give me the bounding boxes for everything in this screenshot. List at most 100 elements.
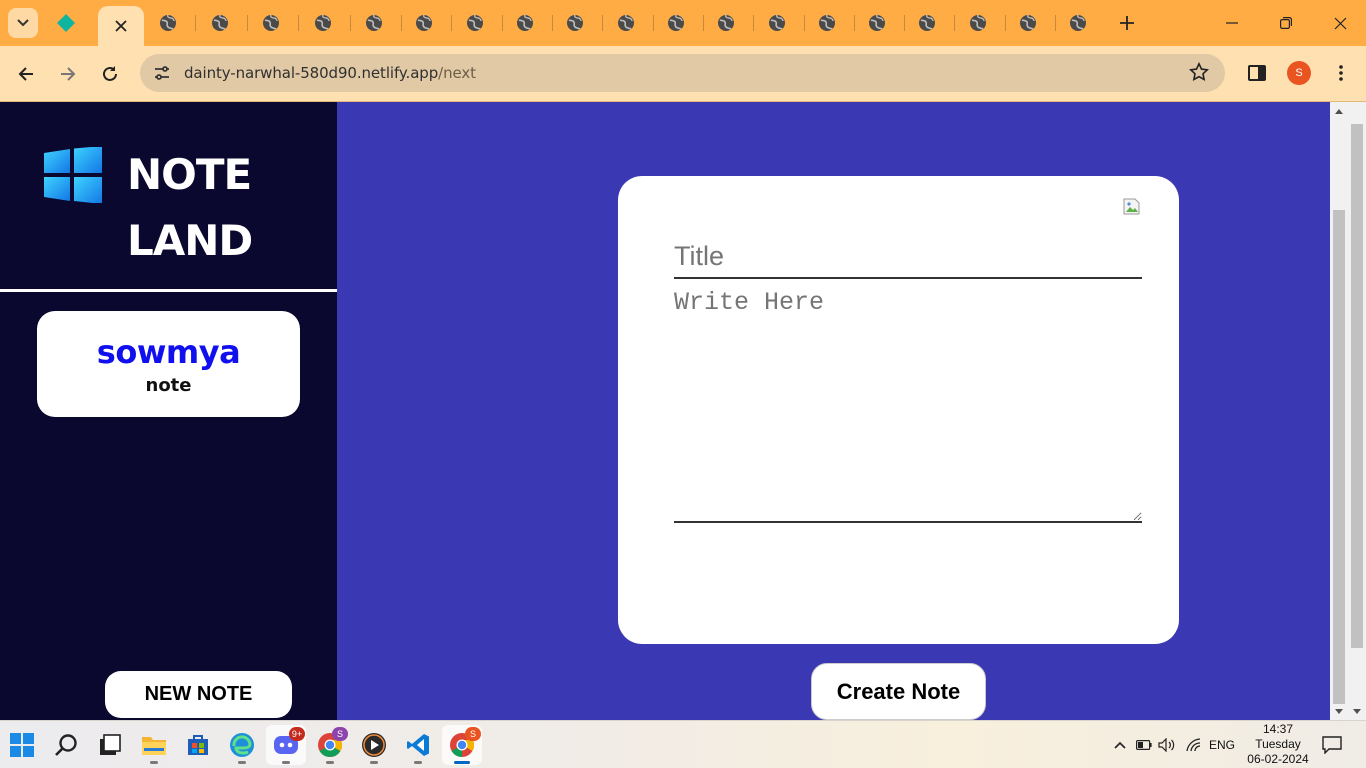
create-note-button[interactable]: Create Note [811,663,986,720]
browser-tab[interactable] [658,8,694,38]
browser-tab[interactable] [960,8,996,38]
volume-tray[interactable] [1158,721,1176,768]
browser-tab[interactable] [150,8,186,38]
url-path: /next [438,64,476,82]
network-tray[interactable] [1186,721,1202,768]
broken-image-icon[interactable] [1122,197,1141,216]
globe-icon [919,14,935,31]
close-icon[interactable] [115,20,127,32]
star-icon [1188,61,1210,82]
clock-date: 06-02-2024 [1247,752,1309,766]
tab-separator [247,15,248,31]
back-button[interactable] [10,58,42,90]
vscode-button[interactable] [398,725,438,765]
notifications-button[interactable] [1322,721,1342,768]
sidebar-divider [0,289,337,292]
browser-toolbar: dainty-narwhal-580d90.netlify.app/next S [0,46,1366,102]
chrome-active-button[interactable]: S [442,725,482,765]
store-button[interactable] [178,725,218,765]
tab-separator [401,15,402,31]
tab-separator [703,15,704,31]
start-button[interactable] [2,725,42,765]
browser-tab[interactable] [608,8,644,38]
site-info-button[interactable] [148,59,176,87]
reload-button[interactable] [94,58,126,90]
triangle-down-icon [1353,708,1361,714]
browser-tab[interactable] [356,8,392,38]
new-tab-button[interactable] [1112,8,1142,38]
minimize-button[interactable] [1205,0,1259,46]
scrollbar-track[interactable] [1330,102,1348,720]
running-indicator [238,761,246,764]
clock[interactable]: 14:37 Tuesday 06-02-2024 [1240,722,1316,767]
globe-icon [517,14,533,31]
outer-scrollbar-track[interactable] [1348,102,1366,720]
task-view-button[interactable] [90,725,130,765]
tab-active[interactable] [98,6,144,46]
discord-button[interactable]: 9+ [266,725,306,765]
browser-tab[interactable] [557,8,593,38]
edge-button[interactable] [222,725,262,765]
title-input[interactable] [674,236,1142,279]
tab-search-button[interactable] [8,8,38,38]
browser-tab[interactable] [1060,8,1096,38]
browser-tab[interactable] [759,8,795,38]
show-hidden-icons-button[interactable] [1110,721,1130,768]
globe-icon [1070,14,1086,31]
triangle-down-icon [1335,708,1343,714]
search-button[interactable] [46,725,86,765]
scrollbar-thumb[interactable] [1333,210,1345,704]
task-view-icon [100,734,121,755]
tab-separator [350,15,351,31]
new-note-button[interactable]: NEW NOTE [105,671,292,718]
globe-icon [567,14,583,31]
note-card[interactable]: sowmya note [37,311,300,417]
browser-tab[interactable] [457,8,493,38]
globe-icon [970,14,986,31]
chrome-button[interactable]: S [310,725,350,765]
speaker-icon [1158,738,1175,752]
tab-separator [602,15,603,31]
arrow-left-icon [18,67,33,81]
input-language[interactable]: ENG [1209,721,1235,768]
address-bar[interactable]: dainty-narwhal-580d90.netlify.app/next [140,54,1225,92]
tab-separator [195,15,196,31]
browser-tab[interactable] [253,8,289,38]
tab-separator [552,15,553,31]
browser-tab[interactable] [507,8,543,38]
side-panel-button[interactable] [1242,58,1272,88]
close-icon [1334,17,1346,29]
play-icon [362,733,386,757]
scroll-down-arrow[interactable] [1330,704,1348,718]
tab-pinned[interactable] [50,8,82,38]
outer-scroll-down-arrow[interactable] [1348,704,1366,718]
note-body-textarea[interactable] [674,288,1142,523]
page-scrollbar[interactable] [1330,102,1366,720]
browser-tab[interactable] [406,8,442,38]
browser-tab[interactable] [859,8,895,38]
forward-button[interactable] [52,58,84,90]
profile-avatar[interactable]: S [1287,61,1311,85]
browser-menu-button[interactable] [1326,58,1356,88]
outer-scrollbar-thumb[interactable] [1351,124,1363,648]
brand-title-line2: LAND [127,216,253,265]
diamond-favicon-icon [57,14,75,32]
browser-tab[interactable] [909,8,945,38]
close-window-button[interactable] [1313,0,1366,46]
browser-tab[interactable] [809,8,845,38]
globe-icon [263,14,279,31]
browser-tab[interactable] [708,8,744,38]
note-editor-card [618,176,1179,644]
restore-button[interactable] [1259,0,1313,46]
media-player-button[interactable] [354,725,394,765]
scroll-up-arrow[interactable] [1330,104,1348,118]
browser-tab[interactable] [1010,8,1046,38]
battery-tray[interactable] [1136,721,1152,768]
browser-tab[interactable] [305,8,341,38]
file-explorer-button[interactable] [134,725,174,765]
globe-icon [1020,14,1036,31]
bookmark-star-button[interactable] [1188,61,1210,87]
globe-icon [467,14,483,31]
windows-start-icon [10,733,34,757]
browser-tab[interactable] [202,8,238,38]
